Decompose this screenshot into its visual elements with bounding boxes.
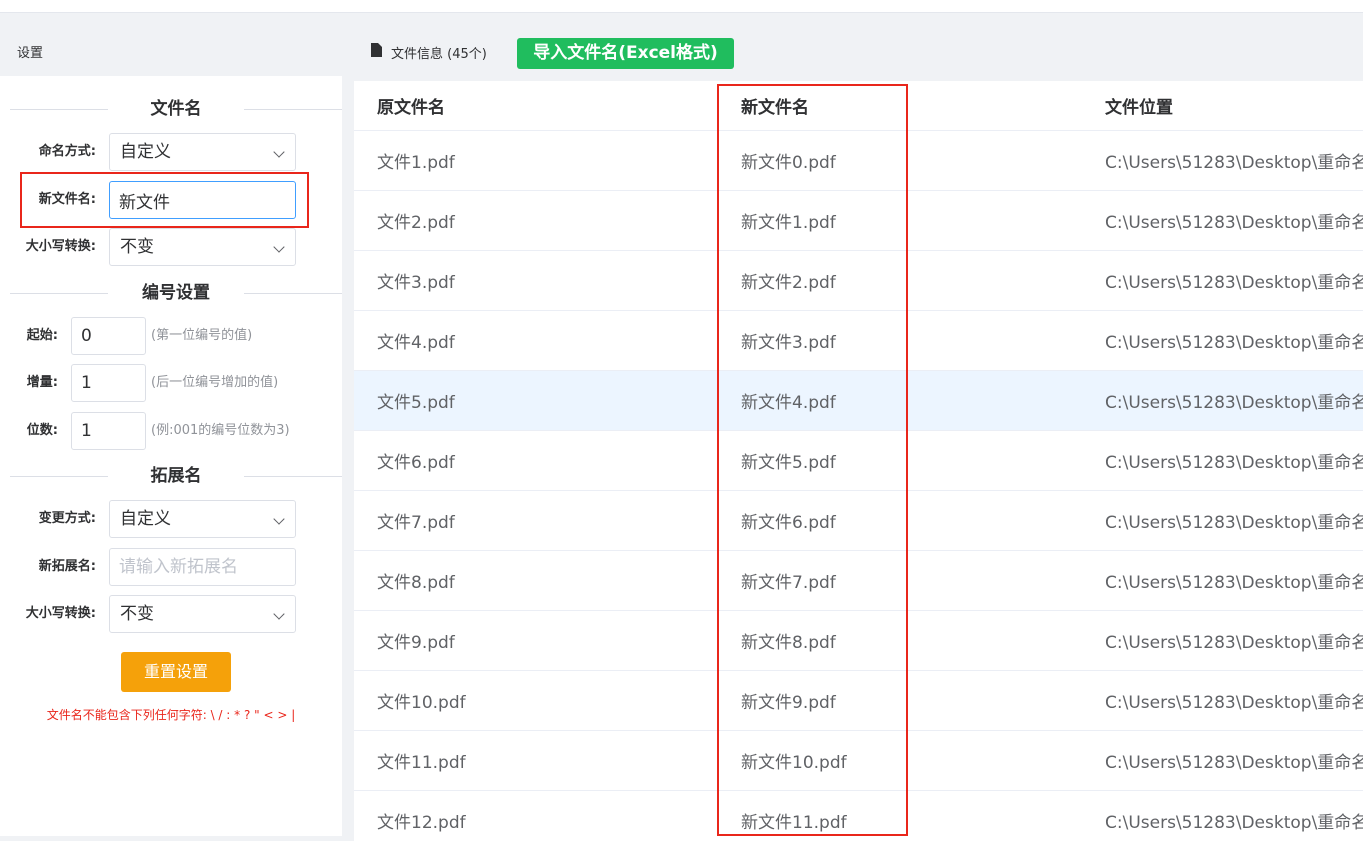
cell-location: C:\Users\51283\Desktop\重命名测 xyxy=(1082,310,1363,371)
section-title-numbering-text: 编号设置 xyxy=(142,283,210,303)
highlight-box-new-name-column xyxy=(717,84,908,836)
ext-method-value: 自定义 xyxy=(120,509,171,529)
cell-original-name: 文件2.pdf xyxy=(354,190,718,251)
filename-warning: 文件名不能包含下列任何字符: \ / : * ? " < > | xyxy=(46,708,296,722)
start-input[interactable] xyxy=(71,317,146,355)
chevron-down-icon xyxy=(273,241,285,253)
cell-location: C:\Users\51283\Desktop\重命名测 xyxy=(1082,550,1363,611)
naming-method-value: 自定义 xyxy=(120,142,171,162)
cell-location: C:\Users\51283\Desktop\重命名测 xyxy=(1082,490,1363,551)
chevron-down-icon xyxy=(273,146,285,158)
cell-location: C:\Users\51283\Desktop\重命名测 xyxy=(1082,790,1363,841)
file-icon xyxy=(371,43,382,57)
cell-location: C:\Users\51283\Desktop\重命名测 xyxy=(1082,250,1363,311)
ext-method-label: 变更方式: xyxy=(38,511,96,526)
reset-settings-button[interactable]: 重置设置 xyxy=(121,652,231,692)
cell-original-name: 文件1.pdf xyxy=(354,130,718,191)
start-label: 起始: xyxy=(26,328,58,343)
digits-hint: (例:001的编号位数为3) xyxy=(151,423,290,438)
ext-case-value: 不变 xyxy=(120,604,154,624)
case-convert-label: 大小写转换: xyxy=(25,239,96,254)
highlight-box-filename xyxy=(20,172,309,228)
new-ext-label: 新拓展名: xyxy=(38,559,96,574)
naming-method-select[interactable]: 自定义 xyxy=(109,133,296,171)
increment-label: 增量: xyxy=(26,375,58,390)
case-convert-value: 不变 xyxy=(120,237,154,257)
cell-location: C:\Users\51283\Desktop\重命名测 xyxy=(1082,670,1363,731)
ext-case-select[interactable]: 不变 xyxy=(109,595,296,633)
file-info-header: 文件信息 (45个) 导入文件名(Excel格式) xyxy=(354,26,1363,81)
column-header-location[interactable]: 文件位置 xyxy=(1082,81,1363,131)
cell-original-name: 文件9.pdf xyxy=(354,610,718,671)
case-convert-select[interactable]: 不变 xyxy=(109,228,296,266)
cell-location: C:\Users\51283\Desktop\重命名测 xyxy=(1082,190,1363,251)
cell-location: C:\Users\51283\Desktop\重命名测 xyxy=(1082,610,1363,671)
cell-original-name: 文件11.pdf xyxy=(354,730,718,791)
column-header-original[interactable]: 原文件名 xyxy=(354,81,718,131)
section-title-numbering: 编号设置 xyxy=(10,282,342,304)
settings-panel: 设置 文件名 命名方式: 自定义 新文件名: 大小写转换: 不变 编号设置 起始… xyxy=(0,26,342,836)
cell-original-name: 文件5.pdf xyxy=(354,370,718,431)
cell-original-name: 文件8.pdf xyxy=(354,550,718,611)
cell-original-name: 文件6.pdf xyxy=(354,430,718,491)
cell-location: C:\Users\51283\Desktop\重命名测 xyxy=(1082,370,1363,431)
cell-location: C:\Users\51283\Desktop\重命名测 xyxy=(1082,730,1363,791)
section-title-extension: 拓展名 xyxy=(10,465,342,487)
cell-location: C:\Users\51283\Desktop\重命名测 xyxy=(1082,430,1363,491)
cell-original-name: 文件7.pdf xyxy=(354,490,718,551)
top-bar xyxy=(0,0,1363,13)
section-title-filename: 文件名 xyxy=(10,98,342,120)
increment-hint: (后一位编号增加的值) xyxy=(151,375,279,390)
cell-original-name: 文件12.pdf xyxy=(354,790,718,841)
settings-header: 设置 xyxy=(0,26,342,76)
digits-input[interactable] xyxy=(71,412,146,450)
file-info-label: 文件信息 (45个) xyxy=(391,47,487,62)
chevron-down-icon xyxy=(273,608,285,620)
section-title-filename-text: 文件名 xyxy=(150,99,202,119)
naming-method-label: 命名方式: xyxy=(38,144,96,159)
cell-original-name: 文件3.pdf xyxy=(354,250,718,311)
import-excel-button[interactable]: 导入文件名(Excel格式) xyxy=(517,38,734,69)
chevron-down-icon xyxy=(273,513,285,525)
file-info-panel: 文件信息 (45个) 导入文件名(Excel格式) 原文件名 新文件名 文件位置… xyxy=(354,26,1363,841)
cell-original-name: 文件4.pdf xyxy=(354,310,718,371)
cell-original-name: 文件10.pdf xyxy=(354,670,718,731)
section-title-extension-text: 拓展名 xyxy=(150,466,202,486)
increment-input[interactable] xyxy=(71,364,146,402)
ext-case-label: 大小写转换: xyxy=(25,606,96,621)
new-ext-input[interactable] xyxy=(109,548,296,586)
ext-method-select[interactable]: 自定义 xyxy=(109,500,296,538)
cell-location: C:\Users\51283\Desktop\重命名测 xyxy=(1082,130,1363,191)
start-hint: (第一位编号的值) xyxy=(151,328,253,343)
digits-label: 位数: xyxy=(26,423,58,438)
